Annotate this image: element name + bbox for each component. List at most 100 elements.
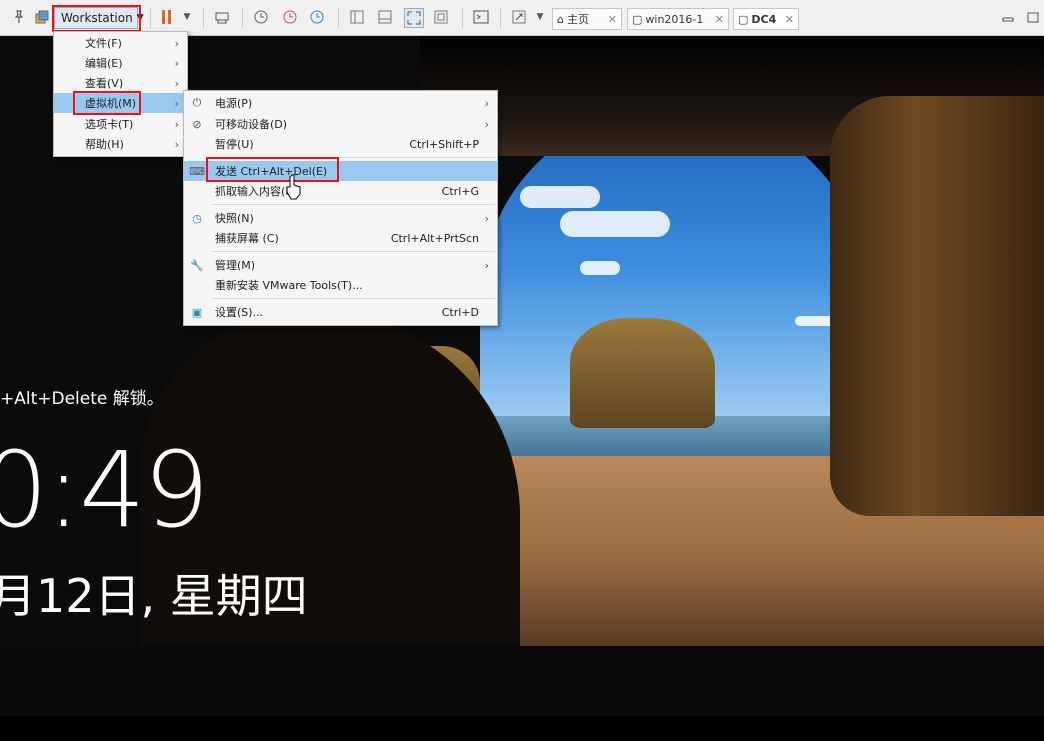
snapshot-icon: ◷ <box>192 211 202 225</box>
toolbar-divider <box>500 8 501 28</box>
toolbar-divider <box>203 8 204 28</box>
console-view-icon[interactable] <box>376 8 394 26</box>
menu-item-settings[interactable]: ▣ 设置(S)... Ctrl+D <box>184 302 497 322</box>
chevron-right-icon: › <box>484 117 489 131</box>
menu-item-edit[interactable]: 编辑(E) › <box>54 53 187 73</box>
chevron-right-icon: › <box>174 137 179 151</box>
menu-item-label: 设置(S)... <box>215 306 264 319</box>
menu-item-shortcut: Ctrl+G <box>441 184 479 198</box>
fullscreen-icon[interactable] <box>404 8 424 28</box>
cloud <box>520 186 600 208</box>
send-ctrl-alt-del-icon[interactable] <box>213 8 231 26</box>
stretch-dropdown-icon[interactable]: ▼ <box>531 8 549 26</box>
annotation-box-workstation <box>52 5 141 32</box>
menu-item-label: 编辑(E) <box>85 57 123 70</box>
tab-label: win2016-1 <box>645 12 704 26</box>
annotation-box-send-ctrl-alt-del <box>206 157 339 182</box>
vm-icon: ▢ <box>632 12 643 26</box>
vm-submenu: ⏻ 电源(P) › ⊘ 可移动设备(D) › 暂停(U) Ctrl+Shift+… <box>183 90 498 326</box>
sidebar-view-icon[interactable] <box>348 8 366 26</box>
restore-icon[interactable] <box>1024 8 1042 26</box>
bottom-bar <box>0 716 1044 741</box>
home-icon: ⌂ <box>557 12 564 26</box>
lockscreen-clock: 0:49 <box>0 429 210 551</box>
menu-item-shortcut: Ctrl+D <box>441 305 479 319</box>
snapshot-manager-icon[interactable] <box>308 8 326 26</box>
terminal-icon[interactable] <box>472 8 490 26</box>
pause-icon[interactable] <box>158 8 176 26</box>
power-icon: ⏻ <box>192 96 202 109</box>
menu-separator <box>212 204 495 205</box>
chevron-right-icon: › <box>174 96 179 110</box>
menu-item-label: 电源(P) <box>215 97 253 110</box>
menu-item-grab-input[interactable]: 抓取输入内容(I) Ctrl+G <box>184 181 497 201</box>
chevron-right-icon: › <box>174 76 179 90</box>
menu-item-pause[interactable]: 暂停(U) Ctrl+Shift+P <box>184 134 497 154</box>
settings-icon: ▣ <box>191 305 203 319</box>
minimize-icon[interactable] <box>999 8 1017 26</box>
cave-floor-shadow <box>0 646 1044 716</box>
unity-icon[interactable] <box>432 8 450 26</box>
menu-item-label: 捕获屏幕 (C) <box>215 232 279 245</box>
vm-icon: ▢ <box>738 12 749 26</box>
pause-dropdown-icon[interactable]: ▼ <box>178 8 196 26</box>
chevron-right-icon: › <box>484 258 489 272</box>
menu-item-removable-devices[interactable]: ⊘ 可移动设备(D) › <box>184 114 497 134</box>
lockscreen-date: 月12日, 星期四 <box>0 569 308 623</box>
menu-item-power[interactable]: ⏻ 电源(P) › <box>184 93 497 113</box>
mouse-cursor-icon <box>286 174 301 200</box>
annotation-box-vm-menu <box>73 91 141 115</box>
keyboard-icon: ⌨ <box>189 164 205 178</box>
library-icon[interactable] <box>33 8 51 26</box>
stretch-icon[interactable] <box>510 8 528 26</box>
close-icon[interactable]: ✕ <box>715 13 724 26</box>
chevron-right-icon: › <box>484 96 489 110</box>
toolbar-divider <box>338 8 339 28</box>
pin-icon[interactable] <box>10 8 28 26</box>
menu-item-file[interactable]: 文件(F) › <box>54 33 187 53</box>
toolbar-divider <box>242 8 243 28</box>
menu-item-label: 暂停(U) <box>215 138 254 151</box>
chevron-right-icon: › <box>174 56 179 70</box>
menu-item-label: 文件(F) <box>85 37 122 50</box>
toolbar-divider <box>150 8 151 28</box>
snapshot-icon[interactable] <box>252 8 270 26</box>
menu-item-view[interactable]: 查看(V) › <box>54 73 187 93</box>
menu-item-label: 抓取输入内容(I) <box>215 185 293 198</box>
menu-item-label: 查看(V) <box>85 77 124 90</box>
menu-item-tabs[interactable]: 选项卡(T) › <box>54 114 187 134</box>
wrench-icon: 🔧 <box>190 258 204 272</box>
cave-wall-right <box>830 96 1044 516</box>
close-icon[interactable]: ✕ <box>785 13 794 26</box>
tab-label: 主页 <box>566 13 589 26</box>
tab-dc4[interactable]: ▢ DC4 ✕ <box>733 8 799 30</box>
menu-item-capture-screen[interactable]: 捕获屏幕 (C) Ctrl+Alt+PrtScn <box>184 228 497 248</box>
menu-item-shortcut: Ctrl+Shift+P <box>409 137 479 151</box>
chevron-right-icon: › <box>174 117 179 131</box>
chevron-right-icon: › <box>484 211 489 225</box>
revert-snapshot-icon[interactable] <box>281 8 299 26</box>
cloud <box>580 261 620 275</box>
tab-win2016-1[interactable]: ▢ win2016-1 ✕ <box>627 8 729 30</box>
close-icon[interactable]: ✕ <box>608 13 617 26</box>
menu-separator <box>212 298 495 299</box>
tab-label: DC4 <box>751 12 777 26</box>
menu-item-manage[interactable]: 🔧 管理(M) › <box>184 255 497 275</box>
chevron-right-icon: › <box>174 36 179 50</box>
unlock-hint: +Alt+Delete 解锁。 <box>0 389 164 409</box>
menu-item-label: 重新安装 VMware Tools(T)... <box>215 279 363 292</box>
menu-item-label: 选项卡(T) <box>85 118 134 131</box>
toolbar-divider <box>462 8 463 28</box>
menu-item-reinstall-vmware-tools[interactable]: 重新安装 VMware Tools(T)... <box>184 275 497 295</box>
menu-item-label: 管理(M) <box>215 259 256 272</box>
cloud <box>560 211 670 237</box>
removable-device-icon: ⊘ <box>192 117 202 131</box>
menu-item-label: 可移动设备(D) <box>215 118 288 131</box>
menu-separator <box>212 251 495 252</box>
sea-stack-rock <box>570 318 715 428</box>
menu-item-help[interactable]: 帮助(H) › <box>54 134 187 154</box>
tab-home[interactable]: ⌂ 主页 ✕ <box>552 8 622 30</box>
menu-item-label: 帮助(H) <box>85 138 124 151</box>
menu-item-label: 快照(N) <box>215 212 254 225</box>
menu-item-snapshot[interactable]: ◷ 快照(N) › <box>184 208 497 228</box>
